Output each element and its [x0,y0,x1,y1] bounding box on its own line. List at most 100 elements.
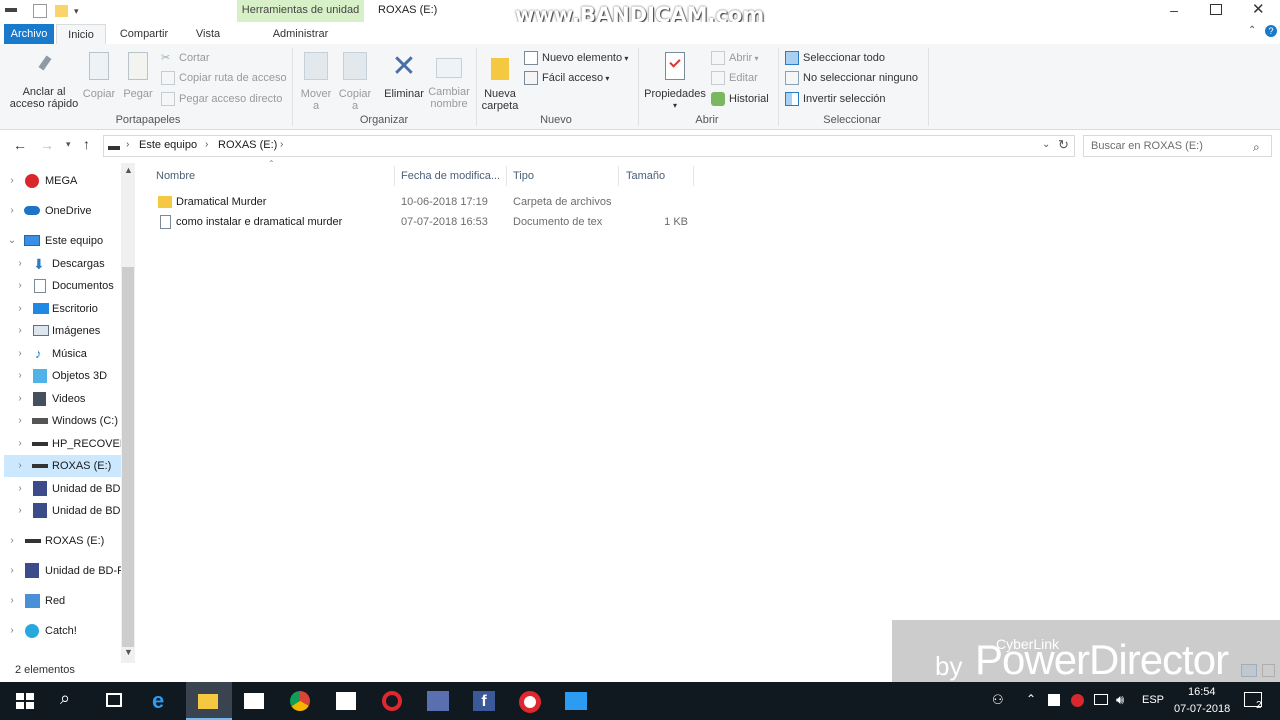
paste-shortcut-button[interactable]: Pegar acceso directo [161,90,282,108]
qat-dropdown-icon[interactable]: ▾ [74,6,79,17]
tab-vista[interactable]: Vista [186,24,230,44]
column-header-tamano[interactable]: Tamaño [621,166,694,186]
nav-item-unidad-bd-1[interactable]: › Unidad de BD [0,478,121,500]
nav-item-roxas-e[interactable]: › ROXAS (E:) [4,455,121,477]
nav-item-este-equipo[interactable]: ⌄ Este equipo [0,230,120,252]
ribbon-collapse-icon[interactable]: ⌃ [1248,25,1256,36]
nav-item-imagenes[interactable]: › Imágenes [0,320,120,342]
nav-item-documentos[interactable]: › Documentos [0,275,120,297]
column-header-nombre[interactable]: Nombre [151,166,395,186]
media-app-icon[interactable] [565,692,587,710]
address-input[interactable]: › Este equipo › ROXAS (E:) › ⌄ ↻ [103,135,1075,157]
chrome-icon[interactable] [290,691,310,711]
rename-button[interactable]: Cambiar nombre [427,52,471,110]
copy-to-button[interactable]: Copiar a [336,52,374,112]
clock-time[interactable]: 16:54 [1188,686,1216,698]
file-row[interactable]: como instalar e dramatical murder 07-07-… [152,212,692,232]
scroll-up-icon[interactable]: ▲ [124,165,133,175]
nav-item-hp-recovery[interactable]: › HP_RECOVERY [0,433,121,455]
mega-tray-icon[interactable] [1071,694,1084,707]
nav-scrollbar-thumb[interactable] [122,267,134,647]
rename-label-2: nombre [430,98,468,110]
tab-inicio[interactable]: Inicio [56,24,106,44]
qat-folder-icon[interactable] [55,5,68,17]
nav-item-descargas[interactable]: › ⬇ Descargas [0,253,120,275]
forward-arrow-icon[interactable]: → [40,137,54,153]
nav-item-onedrive[interactable]: › OneDrive [0,200,120,222]
breadcrumb-este-equipo[interactable]: Este equipo [139,139,197,151]
refresh-icon[interactable]: ↻ [1058,137,1069,153]
game-app-icon[interactable] [427,691,449,711]
tab-administrar[interactable]: Administrar [237,24,364,44]
move-to-button[interactable]: Mover a [297,52,335,112]
nav-item-unidad-bd-2[interactable]: › Unidad de BD [0,500,121,522]
nav-item-escritorio[interactable]: › Escritorio [0,298,120,320]
open-button[interactable]: Abrir ▾ [711,49,758,67]
paste-button[interactable]: Pegar [121,52,155,100]
up-arrow-icon[interactable]: ↑ [83,136,90,152]
easy-access-button[interactable]: Fácil acceso ▾ [524,69,609,87]
task-view-icon[interactable] [106,693,122,707]
volume-icon[interactable]: 🔊︎ [1116,692,1124,708]
search-icon[interactable]: ⌕ [60,688,82,710]
back-arrow-icon[interactable]: ← [13,137,27,153]
tray-expand-icon[interactable]: ⌃ [1026,692,1036,706]
select-all-label: Seleccionar todo [803,52,885,64]
column-header-fecha[interactable]: Fecha de modifica... [396,166,507,186]
tab-archivo[interactable]: Archivo [4,24,54,44]
qat-properties-icon[interactable] [33,4,47,18]
ribbon: Anclar al acceso rápido Copiar Pegar ✂ Co… [0,44,1280,130]
nav-item-objetos-3d[interactable]: › Objetos 3D [0,365,120,387]
tray-app-icon[interactable] [1048,694,1060,706]
nav-item-unidad-bd-r[interactable]: › Unidad de BD-R [0,560,121,582]
new-item-button[interactable]: Nuevo elemento ▾ [524,49,628,67]
select-none-button[interactable]: No seleccionar ninguno [785,69,918,87]
store-icon[interactable] [336,692,356,710]
tab-compartir[interactable]: Compartir [112,24,176,44]
file-row[interactable]: Dramatical Murder 10-06-2018 17:19 Carpe… [152,192,692,212]
breadcrumb-roxas[interactable]: ROXAS (E:) [218,139,277,151]
nav-item-windows-c[interactable]: › Windows (C:) [0,410,121,432]
pin-quick-access-button[interactable]: Anclar al acceso rápido [6,55,82,110]
cut-button[interactable]: ✂ Cortar [161,49,210,67]
address-dropdown-icon[interactable]: ⌄ [1042,139,1050,150]
nav-item-catch[interactable]: › Catch! [0,620,120,642]
nav-label: OneDrive [45,205,92,217]
help-icon[interactable]: ? [1265,25,1277,37]
group-separator [778,48,779,126]
edge-icon[interactable]: e [152,688,174,713]
scroll-down-icon[interactable]: ▼ [124,647,133,657]
invert-selection-button[interactable]: Invertir selección [785,90,886,108]
copy-path-button[interactable]: Copiar ruta de acceso [161,69,287,87]
nav-item-mega[interactable]: › MEGA [0,170,120,192]
people-icon[interactable]: ⚇ [992,692,1004,708]
copy-button[interactable]: Copiar [82,52,116,100]
open-label: Abrir [729,52,753,64]
minimize-button[interactable]: – [1164,2,1184,18]
maximize-button[interactable] [1210,4,1222,15]
delete-button[interactable]: ✕ Eliminar [381,52,427,101]
chevron-down-icon: ⌄ [7,235,17,246]
clock-date[interactable]: 07-07-2018 [1174,703,1230,715]
input-language[interactable]: ESP [1142,694,1164,706]
new-folder-button[interactable]: Nueva carpeta [480,52,520,112]
bandicam-record-icon[interactable] [519,691,541,713]
recent-chevron-icon[interactable]: ▾ [66,139,71,150]
mail-icon[interactable] [244,693,264,709]
windows-start-icon[interactable] [16,693,34,709]
history-button[interactable]: Historial [711,90,769,108]
properties-button[interactable]: Propiedades ▾ [643,52,707,112]
facebook-icon[interactable]: f [473,691,495,711]
nav-item-videos[interactable]: › Videos [0,388,120,410]
battery-icon[interactable] [1094,694,1108,705]
close-button[interactable]: ✕ [1252,0,1265,18]
nav-item-musica[interactable]: › ♪ Música [0,343,120,365]
nav-item-roxas-e-root[interactable]: › ROXAS (E:) [0,530,121,552]
search-input[interactable]: Buscar en ROXAS (E:) ⌕ [1083,135,1272,157]
select-all-button[interactable]: Seleccionar todo [785,49,885,67]
nav-item-red[interactable]: › Red [0,590,120,612]
opera-icon[interactable] [382,691,402,711]
column-header-tipo[interactable]: Tipo [508,166,619,186]
edit-button[interactable]: Editar [711,69,758,87]
cloud-icon [24,206,40,215]
